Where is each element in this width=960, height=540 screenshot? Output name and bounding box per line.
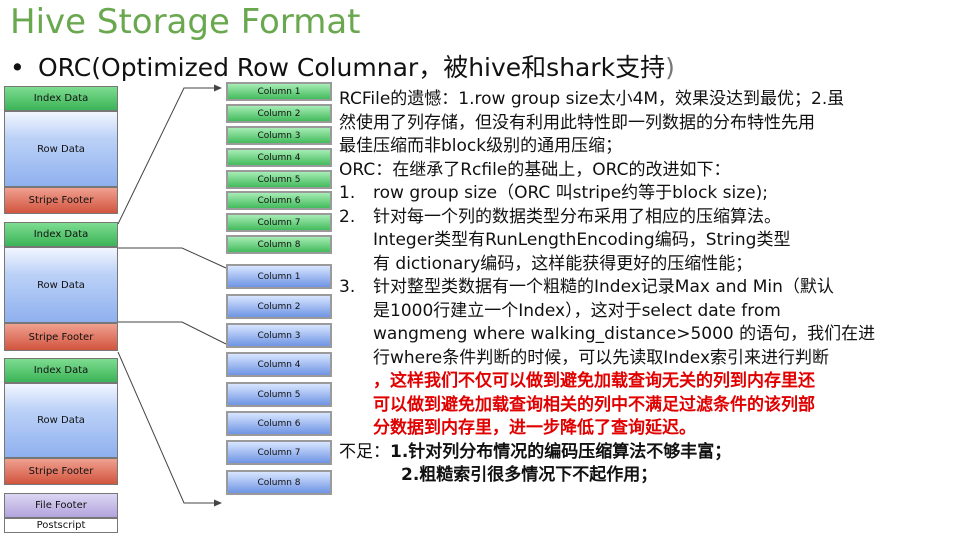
- highlight-text: 可以做到避免加载查询相关的列中不满足过滤条件的该列部: [373, 394, 815, 415]
- list-number: 1.: [339, 183, 356, 203]
- row-column-7: Column 7: [226, 440, 332, 465]
- drawback-1: 不足：1.针对列分布情况的编码压缩算法不够丰富；: [339, 441, 954, 465]
- list-item-3: 3. 针对整型类数据有一个粗糙的Index记录Max and Min（默认: [339, 276, 954, 300]
- row-column-6: Column 6: [226, 411, 332, 436]
- index-column-3: Column 3: [226, 126, 332, 145]
- stripe-footer-block: Stripe Footer: [4, 323, 118, 351]
- orc-description: RCFile的遗憾：1.row group size太小4M，效果没达到最优；2…: [339, 88, 954, 488]
- row-column-3: Column 3: [226, 323, 332, 348]
- list-text: 是1000行建立一个Index），这对于select date from: [373, 300, 781, 321]
- drawback-text: 1.针对列分布情况的编码压缩算法不够丰富；: [390, 441, 732, 462]
- index-column-7: Column 7: [226, 213, 332, 232]
- stripe-footer-block: Stripe Footer: [4, 458, 118, 485]
- row-column-5: Column 5: [226, 382, 332, 407]
- index-column-5: Column 5: [226, 170, 332, 189]
- list-text: 行where条件判断的时候，可以先读取Index索引来进行判断: [373, 347, 830, 368]
- stripe-footer-block: Stripe Footer: [4, 187, 118, 214]
- index-data-block: Index Data: [4, 222, 118, 247]
- highlight-text: 分数据到内存里，进一步降低了查询延迟。: [373, 418, 696, 438]
- index-column-1: Column 1: [226, 82, 332, 101]
- index-data-block: Index Data: [4, 86, 118, 111]
- list-number: 3.: [339, 277, 356, 297]
- rcfile-text: 然使用了列存储，但没有利用此特性即一列数据的分布特性先用: [339, 112, 815, 133]
- drawback-2: 2.粗糙索引很多情况下不起作用；: [401, 465, 658, 485]
- list-number: 2.: [339, 206, 356, 227]
- index-column-8: Column 8: [226, 235, 332, 254]
- file-footer-block: File Footer: [4, 493, 118, 518]
- index-column-6: Column 6: [226, 191, 332, 210]
- highlight-text: ，这样我们不仅可以做到避免加载查询无关的列到内存里还: [373, 371, 815, 391]
- row-data-block: Row Data: [4, 247, 118, 323]
- postscript-block: Postscript: [4, 518, 118, 533]
- orc-intro: ORC：在继承了Rcfile的基础上，ORC的改进如下：: [339, 159, 731, 180]
- list-item-2: 2. 针对每一个列的数据类型分布采用了相应的压缩算法。: [339, 206, 954, 230]
- row-column-4: Column 4: [226, 352, 332, 377]
- row-column-8: Column 8: [226, 470, 332, 495]
- list-text: 针对整型类数据有一个粗糙的Index记录Max and Min（默认: [373, 277, 834, 297]
- row-column-1: Column 1: [226, 264, 332, 289]
- list-text: wangmeng where walking_distance>5000 的语句…: [373, 324, 876, 344]
- index-data-block: Index Data: [4, 358, 118, 383]
- index-column-2: Column 2: [226, 104, 332, 123]
- drawback-label: 不足：: [339, 441, 390, 462]
- row-data-block: Row Data: [4, 383, 118, 458]
- index-column-4: Column 4: [226, 148, 332, 167]
- list-text: Integer类型有RunLengthEncoding编码，String类型: [373, 230, 791, 250]
- list-text: 有 dictionary编码，这样能获得更好的压缩性能；: [373, 253, 753, 274]
- row-data-block: Row Data: [4, 111, 118, 187]
- list-item-1: 1. row group size（ORC 叫stripe约等于block siz…: [339, 182, 954, 206]
- rcfile-text: RCFile的遗憾：1.row group size太小4M，效果没达到最优；2…: [339, 89, 845, 109]
- row-column-2: Column 2: [226, 294, 332, 319]
- list-text: 针对每一个列的数据类型分布采用了相应的压缩算法。: [373, 206, 781, 227]
- list-text: row group size（ORC 叫stripe约等于block size)…: [373, 183, 769, 203]
- rcfile-text: 最佳压缩而非block级别的通用压缩；: [339, 136, 623, 156]
